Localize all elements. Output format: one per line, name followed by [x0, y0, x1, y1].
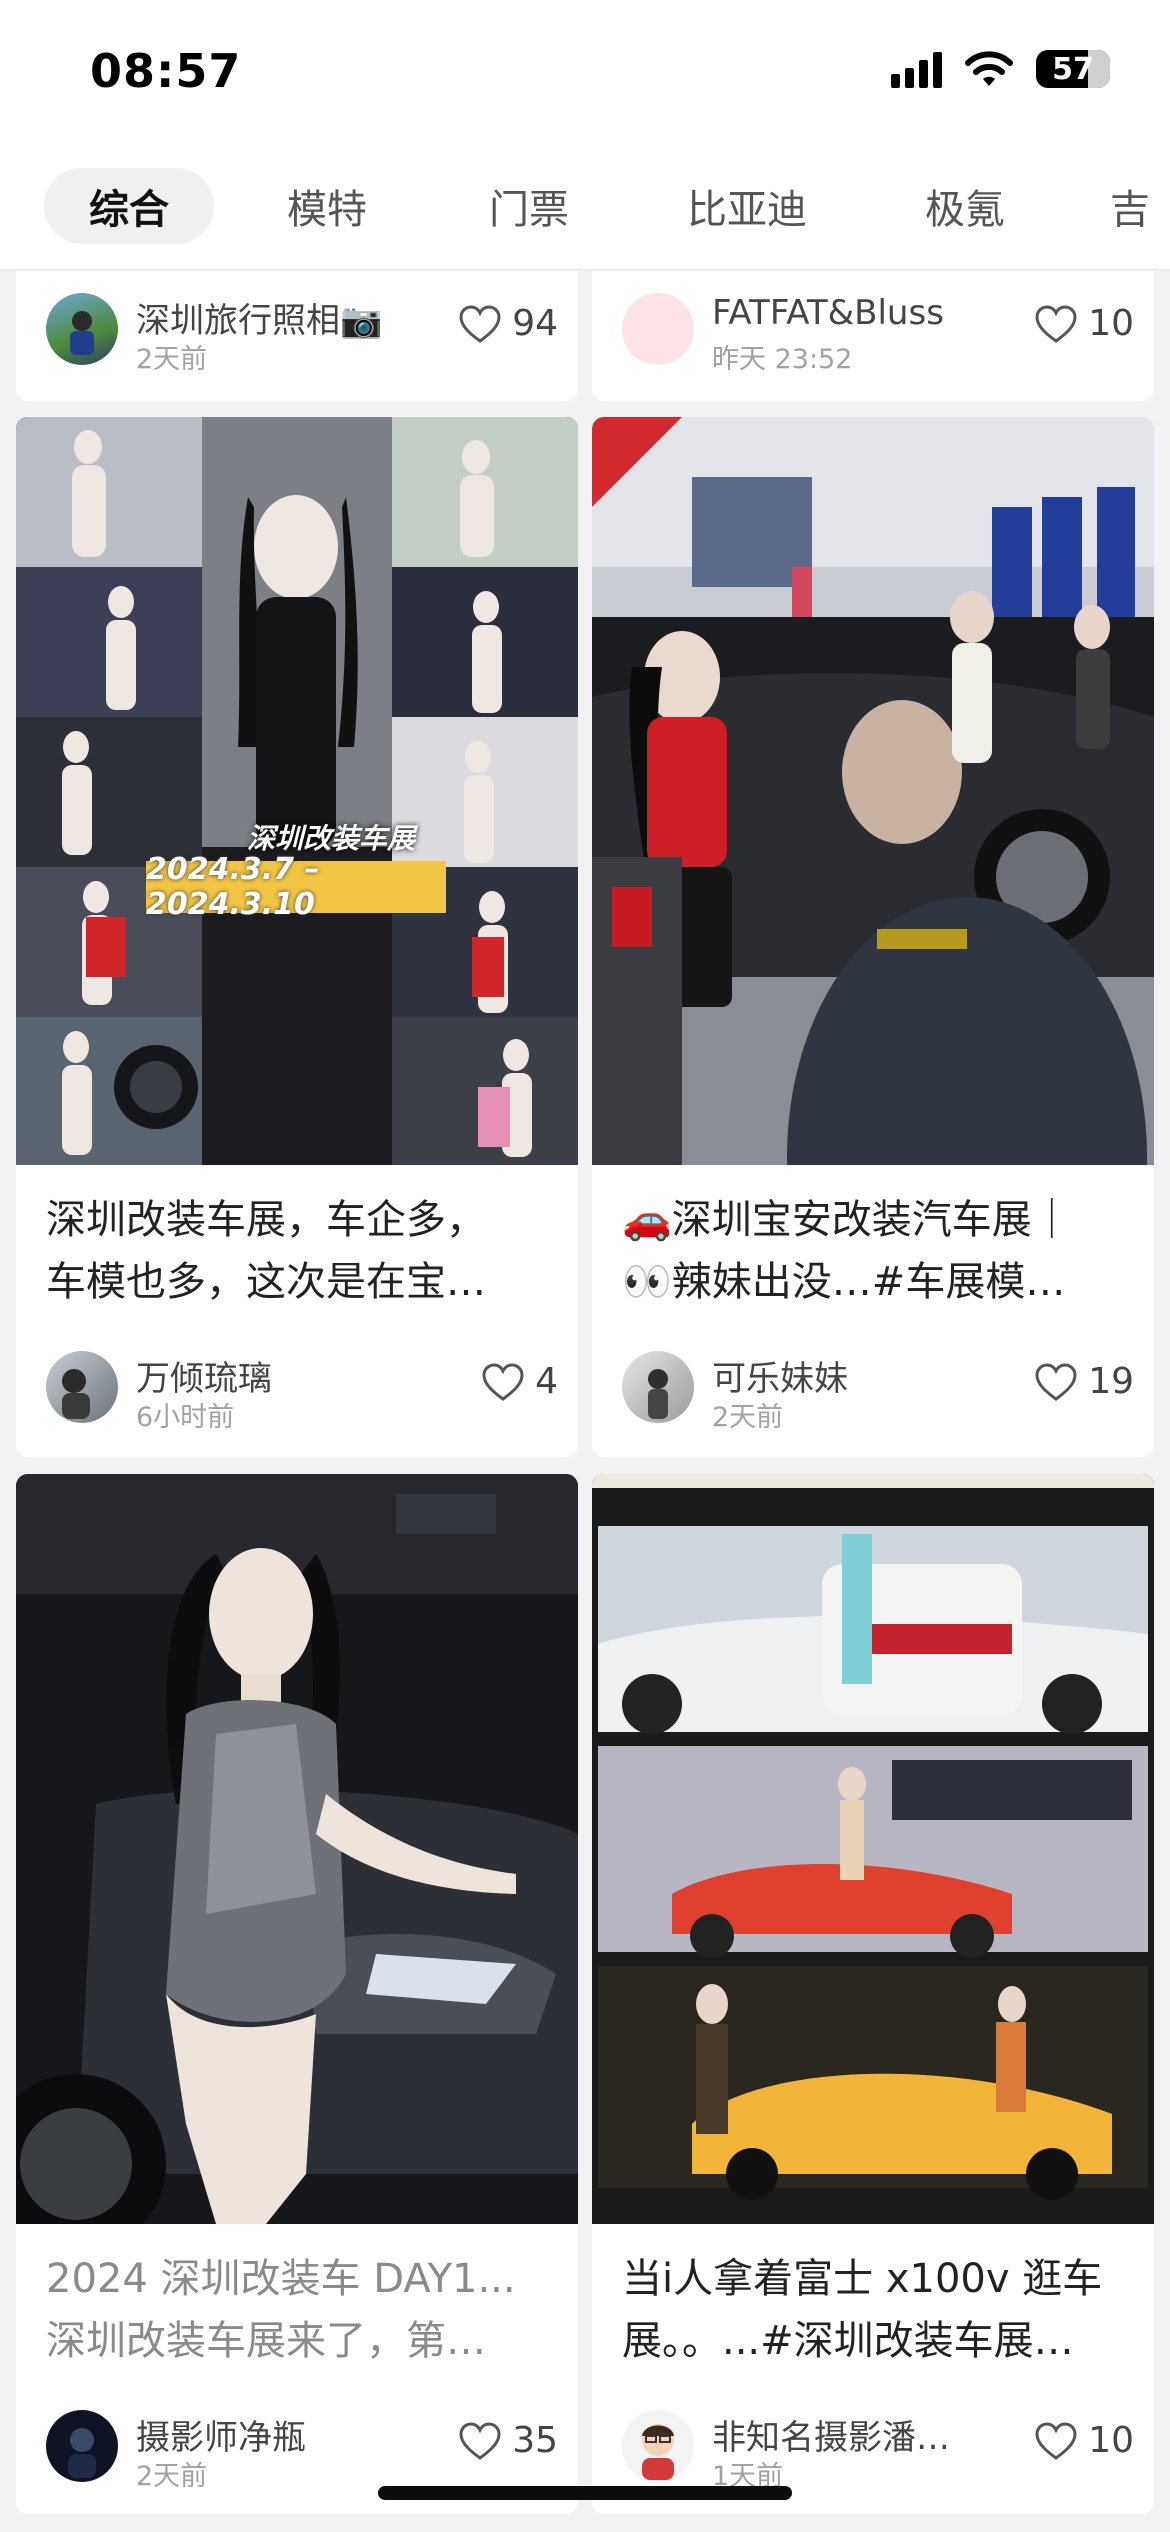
author-name: 非知名摄影潘… [712, 2418, 950, 2458]
app-screen: 08:57 57 综合 模特 门票 比亚迪 极氪 吉 深圳旅行照相📷 2天前 9… [0, 0, 1170, 2532]
tab-tickets[interactable]: 门票 [464, 168, 594, 244]
status-bar: 08:57 57 [0, 0, 1170, 150]
status-icons: 57 [891, 50, 1110, 88]
model-photo [16, 1474, 578, 2224]
feed-card[interactable]: 当i人拿着富士 x100v 逛车 展。。...#深圳改装车展… 非知名摄影潘… … [592, 1474, 1154, 2514]
image-caption-dates: 2024.3.7 –2024.3.10 [146, 852, 446, 922]
heart-icon [459, 2421, 501, 2460]
author-name: FATFAT&Bluss [712, 293, 944, 333]
tab-models[interactable]: 模特 [262, 168, 392, 244]
author-row: 万倾琉璃 6小时前 4 [46, 1351, 558, 1433]
author-row: 摄影师净瓶 2天前 35 [46, 2410, 558, 2492]
like-button[interactable]: 19 [1034, 1361, 1134, 1402]
avatar[interactable] [622, 293, 694, 365]
post-time: 6小时前 [136, 1402, 235, 1433]
post-time: 2天前 [136, 344, 208, 375]
tab-zeekr[interactable]: 极氪 [900, 168, 1030, 244]
like-count: 19 [1088, 1361, 1134, 1402]
like-button[interactable]: 35 [458, 2420, 558, 2461]
home-indicator[interactable] [378, 2486, 792, 2500]
post-title[interactable]: 深圳改装车展，车企多， 车模也多，这次是在宝… [46, 1189, 556, 1313]
post-title[interactable]: 🚗深圳宝安改装汽车展｜ 👀辣妹出没…#车展模… [622, 1189, 1132, 1313]
author-name: 深圳旅行照相📷 [136, 301, 383, 341]
author-row: 非知名摄影潘… 1天前 10 [622, 2410, 1134, 2492]
heart-icon [482, 1362, 524, 1401]
like-button[interactable]: 4 [481, 1361, 558, 1402]
heart-icon [459, 304, 501, 343]
feed-card[interactable]: 2024 深圳改装车 DAY1... 深圳改装车展来了，第… 摄影师净瓶 2天前… [16, 1474, 578, 2514]
like-count: 10 [1088, 2420, 1134, 2461]
post-time: 昨天 23:52 [712, 344, 853, 375]
author-row: FATFAT&Bluss 昨天 23:52 10 [622, 293, 1134, 375]
status-time: 08:57 [90, 44, 242, 98]
like-button[interactable]: 10 [1034, 303, 1134, 344]
avatar[interactable] [46, 293, 118, 365]
image-caption: 深圳改装车展 [246, 822, 415, 855]
category-tabs: 综合 模特 门票 比亚迪 极氪 吉 [0, 150, 1170, 270]
tab-comprehensive[interactable]: 综合 [44, 168, 214, 244]
feed-card[interactable]: 深圳改装车展 2024.3.7 –2024.3.10 深圳改装车展，车企多， 车… [16, 417, 578, 1457]
battery-level: 57 [1052, 51, 1094, 87]
heart-icon [1035, 304, 1077, 343]
avatar[interactable] [46, 2410, 118, 2482]
post-cover-image[interactable] [16, 1474, 578, 2224]
author-name: 万倾琉璃 [136, 1359, 272, 1399]
wifi-icon [964, 50, 1014, 88]
tab-byd[interactable]: 比亚迪 [662, 168, 832, 244]
post-time: 2天前 [712, 1402, 784, 1433]
like-count: 35 [512, 2420, 558, 2461]
avatar[interactable] [622, 1351, 694, 1423]
post-title[interactable]: 2024 深圳改装车 DAY1... 深圳改装车展来了，第… [46, 2248, 556, 2372]
heart-icon [1035, 1362, 1077, 1401]
feed-card[interactable]: 🚗深圳宝安改装汽车展｜ 👀辣妹出没…#车展模… 可乐妹妹 2天前 19 [592, 417, 1154, 1457]
car-show-photo [592, 417, 1154, 1165]
battery-icon: 57 [1036, 50, 1110, 88]
author-row: 深圳旅行照相📷 2天前 94 [46, 293, 558, 375]
collage-image [16, 417, 578, 1165]
author-name: 可乐妹妹 [712, 1359, 848, 1399]
post-time: 2天前 [136, 2461, 208, 2492]
post-cover-image[interactable] [592, 1474, 1154, 2224]
post-cover-image[interactable] [592, 417, 1154, 1165]
like-count: 10 [1088, 303, 1134, 344]
avatar[interactable] [622, 2410, 694, 2482]
feed-card-top-left[interactable]: 深圳旅行照相📷 2天前 94 [16, 271, 578, 401]
cellular-signal-icon [891, 50, 942, 88]
tab-geely[interactable]: 吉 [1110, 168, 1170, 244]
author-row: 可乐妹妹 2天前 19 [622, 1351, 1134, 1433]
like-button[interactable]: 94 [458, 303, 558, 344]
like-count: 4 [535, 1361, 558, 1402]
film-strip-photo [592, 1474, 1154, 2224]
feed-card-top-right[interactable]: FATFAT&Bluss 昨天 23:52 10 [592, 271, 1154, 401]
avatar[interactable] [46, 1351, 118, 1423]
heart-icon [1035, 2421, 1077, 2460]
post-title[interactable]: 当i人拿着富士 x100v 逛车 展。。...#深圳改装车展… [622, 2248, 1132, 2372]
like-button[interactable]: 10 [1034, 2420, 1134, 2461]
like-count: 94 [512, 303, 558, 344]
post-cover-image[interactable]: 深圳改装车展 2024.3.7 –2024.3.10 [16, 417, 578, 1165]
author-name: 摄影师净瓶 [136, 2418, 306, 2458]
